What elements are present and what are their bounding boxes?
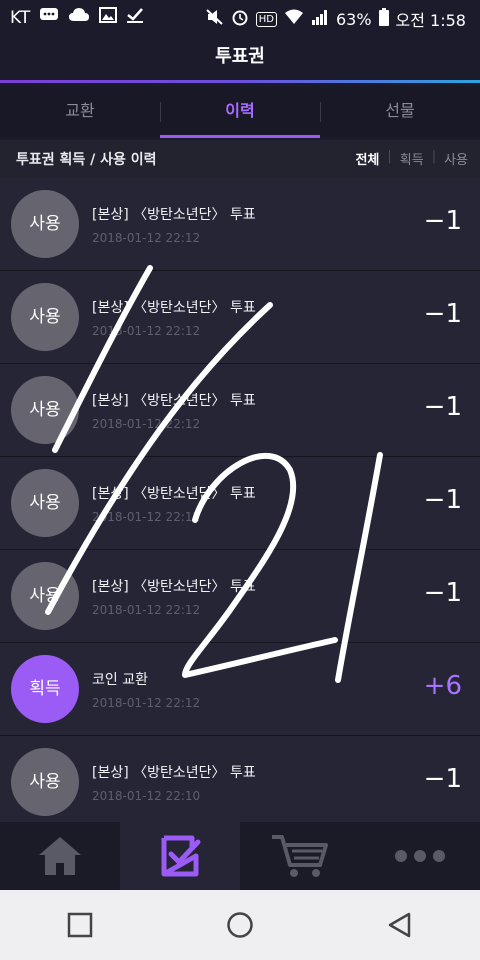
item-date: 2018-01-12 22:12: [92, 510, 201, 524]
back-triangle-icon: [388, 912, 411, 938]
item-amount: −1: [423, 764, 462, 794]
item-title: [본상] 〈방탄소년단〉 투표: [92, 765, 256, 781]
tab-bar: 교환 이력 선물: [0, 86, 480, 138]
filter-gain[interactable]: 획득: [400, 149, 424, 168]
home-icon: [39, 837, 81, 875]
use-badge: 사용: [11, 283, 79, 351]
alarm-icon: [231, 8, 249, 30]
battery-icon: [378, 8, 389, 30]
checkmark-icon: [126, 7, 144, 28]
item-amount: −1: [423, 485, 462, 515]
circle-icon: [227, 912, 253, 938]
nav-vote[interactable]: [120, 822, 240, 890]
message-icon: [39, 7, 59, 28]
list-item: 획득 코인 교환 2018-01-12 22:12 +6: [0, 643, 480, 736]
use-badge: 사용: [11, 376, 79, 444]
item-date: 2018-01-12 22:12: [92, 231, 201, 245]
use-badge: 사용: [11, 469, 79, 537]
tab-gift[interactable]: 선물: [320, 86, 480, 138]
item-amount: −1: [423, 578, 462, 608]
wifi-icon: [284, 9, 304, 29]
nav-shop[interactable]: [240, 822, 360, 890]
list-item: 사용 [본상] 〈방탄소년단〉 투표 2018-01-12 22:12 −1: [0, 271, 480, 364]
history-subheader: 투표권 획득 / 사용 이력 전체 | 획득 | 사용: [0, 140, 480, 178]
item-title: [본상] 〈방탄소년단〉 투표: [92, 393, 256, 409]
item-title: [본상] 〈방탄소년단〉 투표: [92, 486, 256, 502]
vote-check-icon: [161, 835, 201, 877]
list-item: 사용 [본상] 〈방탄소년단〉 투표 2018-01-12 22:12 −1: [0, 550, 480, 643]
filter-divider: |: [431, 149, 437, 164]
clock: 오전 1:58: [395, 11, 466, 30]
item-date: 2018-01-12 22:12: [92, 603, 201, 617]
cart-icon: [272, 835, 328, 877]
item-date: 2018-01-12 22:12: [92, 417, 201, 431]
filter-divider: |: [387, 149, 392, 164]
hd-icon: HD: [255, 11, 277, 27]
back-button[interactable]: [320, 890, 480, 960]
item-date: 2018-01-12 22:10: [92, 789, 201, 803]
nav-more[interactable]: [360, 822, 480, 890]
item-title: 코인 교환: [92, 672, 148, 688]
item-amount: −1: [423, 392, 462, 422]
item-amount: +6: [423, 671, 462, 701]
filter-all[interactable]: 전체: [355, 149, 379, 168]
carrier-label: KT: [10, 7, 31, 28]
status-bar: KT HD 63% 오전 1:58: [0, 0, 480, 34]
tab-divider: [320, 102, 321, 122]
app-header: 투표권: [0, 34, 480, 80]
gain-badge: 획득: [11, 655, 79, 723]
mute-icon: [206, 9, 224, 29]
bottom-navigation: [0, 822, 480, 890]
list-item: 사용 [본상] 〈방탄소년단〉 투표 2018-01-12 22:12 −1: [0, 364, 480, 457]
tab-divider: [160, 102, 161, 122]
more-icon: [395, 850, 445, 862]
use-badge: 사용: [11, 190, 79, 258]
header-divider: [0, 80, 480, 83]
item-amount: −1: [423, 206, 462, 236]
image-icon: [99, 7, 118, 28]
list-item: 사용 [본상] 〈방탄소년단〉 투표 2018-01-12 22:10 −1: [0, 736, 480, 822]
home-button[interactable]: [160, 890, 320, 960]
history-list[interactable]: 사용 [본상] 〈방탄소년단〉 투표 2018-01-12 22:12 −1 사…: [0, 178, 480, 822]
history-filter: 전체 | 획득 | 사용: [355, 149, 468, 168]
square-icon: [67, 912, 93, 938]
list-item: 사용 [본상] 〈방탄소년단〉 투표 2018-01-12 22:12 −1: [0, 457, 480, 550]
item-date: 2018-01-12 22:12: [92, 696, 201, 710]
list-item: 사용 [본상] 〈방탄소년단〉 투표 2018-01-12 22:12 −1: [0, 178, 480, 271]
item-title: [본상] 〈방탄소년단〉 투표: [92, 300, 256, 316]
signal-icon: [311, 9, 329, 29]
use-badge: 사용: [11, 748, 79, 816]
history-section-title: 투표권 획득 / 사용 이력: [16, 152, 157, 168]
use-badge: 사용: [11, 562, 79, 630]
page-title: 투표권: [215, 46, 265, 67]
recent-apps-button[interactable]: [0, 890, 160, 960]
cloud-icon: [68, 7, 90, 28]
item-amount: −1: [423, 299, 462, 329]
tab-exchange[interactable]: 교환: [0, 86, 160, 138]
tab-history[interactable]: 이력: [160, 86, 320, 138]
item-title: [본상] 〈방탄소년단〉 투표: [92, 579, 256, 595]
system-navigation-bar: [0, 890, 480, 960]
item-date: 2018-01-12 22:12: [92, 324, 201, 338]
item-title: [본상] 〈방탄소년단〉 투표: [92, 207, 256, 223]
filter-use[interactable]: 사용: [444, 149, 468, 168]
battery-percent: 63%: [335, 9, 372, 29]
nav-home[interactable]: [0, 822, 120, 890]
